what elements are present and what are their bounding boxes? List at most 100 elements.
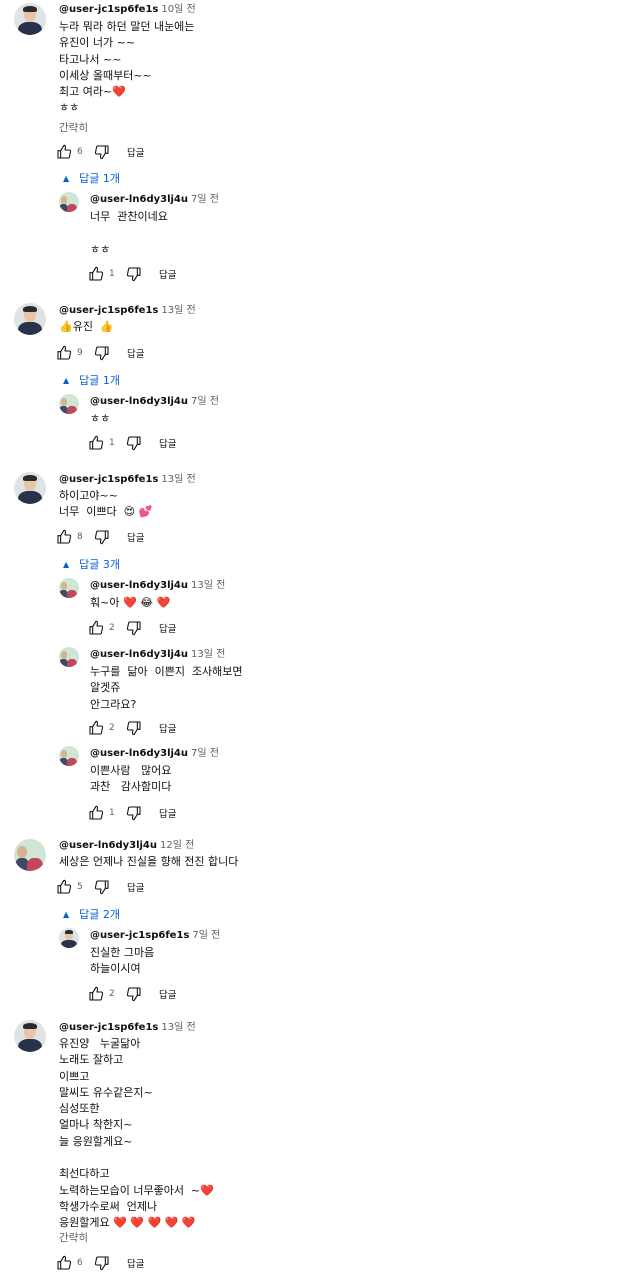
comment-author[interactable]: @user-jc1sp6fe1s (59, 1022, 158, 1033)
dislike-icon[interactable] (94, 345, 110, 361)
avatar[interactable] (14, 303, 46, 335)
comment-author[interactable]: @user-jc1sp6fe1s (59, 474, 158, 485)
caret-up-icon: ▲ (63, 375, 70, 385)
comment-header: @user-jc1sp6fe1s 13일 전 (59, 304, 196, 317)
comment-author[interactable]: @user-ln6dy3lj4u (59, 840, 157, 851)
avatar[interactable] (14, 839, 46, 871)
reply-button[interactable]: 답글 (159, 987, 176, 1001)
reply-author[interactable]: @user-jc1sp6fe1s (90, 930, 189, 941)
reply-time[interactable]: 7일 전 (191, 748, 219, 759)
reply-header: @user-ln6dy3lj4u 7일 전 (90, 395, 219, 408)
like-count: 6 (77, 1258, 83, 1268)
like-icon[interactable] (56, 879, 72, 895)
comment-time[interactable]: 13일 전 (161, 305, 195, 316)
comment-text: 세상은 언제나 진실을 향해 전진 합니다 (59, 855, 239, 868)
comment-time[interactable]: 12일 전 (160, 840, 194, 851)
reply-time[interactable]: 7일 전 (192, 930, 220, 941)
reply-text: ㅎㅎ (90, 412, 111, 425)
replies-toggle[interactable]: ▲ 답글 3개 (63, 556, 120, 572)
comment-actions: 9 답글 (56, 344, 144, 362)
avatar[interactable] (59, 647, 79, 667)
like-icon[interactable] (56, 144, 72, 160)
dislike-icon[interactable] (94, 1255, 110, 1271)
comment-header: @user-jc1sp6fe1s 13일 전 (59, 1021, 196, 1034)
reply-button[interactable]: 답글 (159, 436, 176, 450)
replies-toggle[interactable]: ▲ 답글 2개 (63, 906, 120, 922)
like-icon[interactable] (56, 345, 72, 361)
caret-up-icon: ▲ (63, 559, 70, 569)
avatar[interactable] (59, 746, 79, 766)
reply-time[interactable]: 7일 전 (191, 396, 219, 407)
like-icon[interactable] (88, 620, 104, 636)
reply-actions: 2 답글 (88, 985, 176, 1003)
reply-header: @user-ln6dy3lj4u 7일 전 (90, 747, 219, 760)
reply-button[interactable]: 답글 (127, 145, 144, 159)
like-count: 9 (77, 348, 83, 358)
avatar[interactable] (59, 578, 79, 598)
avatar[interactable] (14, 3, 46, 35)
like-icon[interactable] (88, 435, 104, 451)
comment-actions: 5 답글 (56, 878, 144, 896)
comment-text: 👍유진 👍 (59, 320, 114, 333)
reply-time[interactable]: 13일 전 (191, 580, 225, 591)
like-count: 1 (109, 808, 115, 818)
reply-button[interactable]: 답글 (159, 721, 176, 735)
reply-author[interactable]: @user-ln6dy3lj4u (90, 748, 188, 759)
comment-time[interactable]: 10일 전 (161, 4, 195, 15)
reply-author[interactable]: @user-ln6dy3lj4u (90, 649, 188, 660)
reply-button[interactable]: 답글 (159, 806, 176, 820)
read-less-button[interactable]: 간략히 (59, 120, 88, 135)
dislike-icon[interactable] (126, 435, 142, 451)
comment-actions: 8 답글 (56, 528, 144, 546)
reply-time[interactable]: 13일 전 (191, 649, 225, 660)
caret-up-icon: ▲ (63, 173, 70, 183)
reply-actions: 1 답글 (88, 804, 176, 822)
comment-text: 유진양 누굴닮아 노래도 잘하고 이쁘고 말씨도 유수같은지~ 심성또한 얼마나… (59, 1037, 214, 1230)
avatar[interactable] (59, 928, 79, 948)
dislike-icon[interactable] (126, 986, 142, 1002)
reply-time[interactable]: 7일 전 (191, 194, 219, 205)
reply-button[interactable]: 답글 (127, 880, 144, 894)
reply-button[interactable]: 답글 (159, 267, 176, 281)
read-less-button[interactable]: 간략히 (59, 1230, 88, 1245)
reply-button[interactable]: 답글 (127, 530, 144, 544)
like-icon[interactable] (56, 1255, 72, 1271)
comment-author[interactable]: @user-jc1sp6fe1s (59, 4, 158, 15)
comment-actions: 6 답글 (56, 143, 144, 161)
like-count: 6 (77, 147, 83, 157)
dislike-icon[interactable] (126, 805, 142, 821)
reply-author[interactable]: @user-ln6dy3lj4u (90, 580, 188, 591)
reply-author[interactable]: @user-ln6dy3lj4u (90, 396, 188, 407)
reply-text: 누구를 닮아 이쁜지 조사해보면 알겟쥬 안그라요? (90, 665, 243, 711)
avatar[interactable] (14, 1020, 46, 1052)
comment-author[interactable]: @user-jc1sp6fe1s (59, 305, 158, 316)
dislike-icon[interactable] (94, 144, 110, 160)
comment-time[interactable]: 13일 전 (161, 1022, 195, 1033)
reply-text: 진실한 그마음 하늘이시여 (90, 946, 155, 976)
comment-time[interactable]: 13일 전 (161, 474, 195, 485)
reply-button[interactable]: 답글 (127, 1256, 144, 1270)
dislike-icon[interactable] (94, 529, 110, 545)
reply-actions: 1 답글 (88, 434, 176, 452)
like-icon[interactable] (88, 720, 104, 736)
reply-author[interactable]: @user-ln6dy3lj4u (90, 194, 188, 205)
like-icon[interactable] (88, 805, 104, 821)
reply-button[interactable]: 답글 (159, 621, 176, 635)
reply-header: @user-ln6dy3lj4u 13일 전 (90, 648, 225, 661)
dislike-icon[interactable] (126, 720, 142, 736)
dislike-icon[interactable] (94, 879, 110, 895)
like-icon[interactable] (88, 266, 104, 282)
dislike-icon[interactable] (126, 620, 142, 636)
replies-toggle[interactable]: ▲ 답글 1개 (63, 372, 120, 388)
replies-toggle[interactable]: ▲ 답글 1개 (63, 170, 120, 186)
avatar[interactable] (14, 472, 46, 504)
like-icon[interactable] (56, 529, 72, 545)
replies-toggle-label: 답글 1개 (79, 172, 121, 185)
dislike-icon[interactable] (126, 266, 142, 282)
reply-button[interactable]: 답글 (127, 346, 144, 360)
avatar[interactable] (59, 192, 79, 212)
replies-toggle-label: 답글 2개 (79, 908, 121, 921)
avatar[interactable] (59, 394, 79, 414)
comment-actions: 6 답글 (56, 1254, 144, 1272)
like-icon[interactable] (88, 986, 104, 1002)
